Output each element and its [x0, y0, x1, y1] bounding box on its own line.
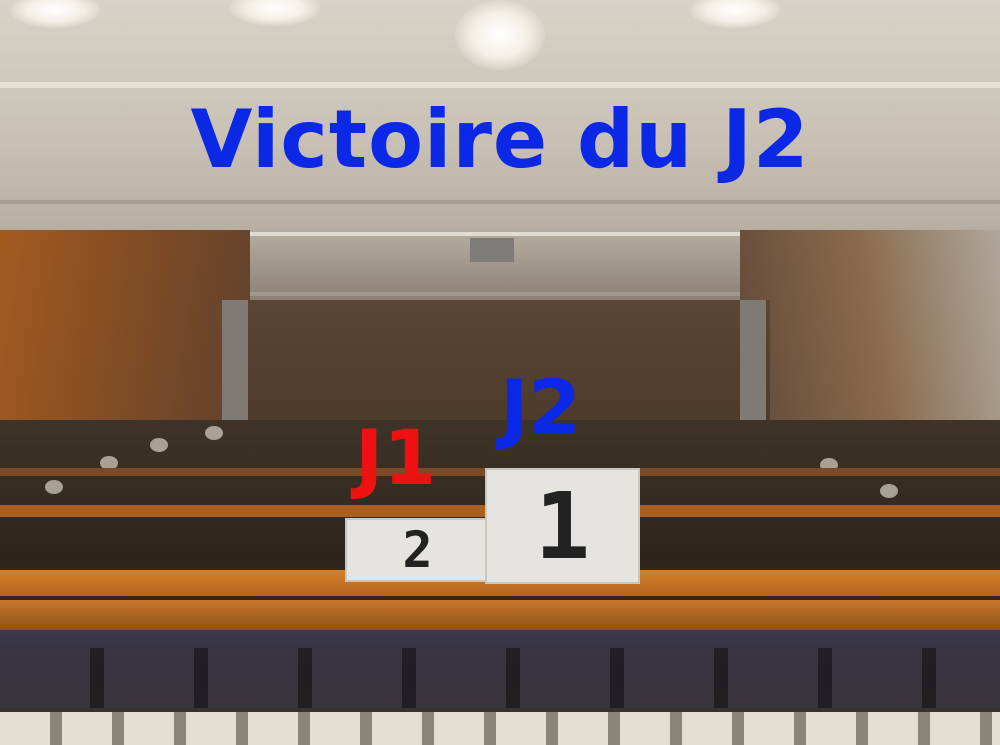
ceiling-light [455, 0, 545, 70]
ceiling-light [690, 0, 780, 28]
podium-first-place: 1 [485, 468, 640, 584]
runner-up-label: J1 [355, 413, 437, 502]
audience-head [45, 480, 63, 494]
projector [470, 238, 514, 262]
ceiling-beam [0, 82, 1000, 88]
victory-title: Victoire du J2 [190, 93, 810, 186]
rank-number-1: 1 [534, 472, 591, 580]
pillar [740, 300, 766, 440]
ceiling-light [230, 0, 320, 26]
winner-label: J2 [500, 363, 582, 452]
audience-head [880, 484, 898, 498]
front-chairs [0, 648, 1000, 708]
rank-number-2: 2 [402, 521, 433, 579]
floor-edge [0, 712, 1000, 745]
ceiling-beam [0, 200, 1000, 204]
ceiling-light [10, 0, 100, 28]
podium-second-place: 2 [345, 518, 490, 582]
victory-screen: Victoire du J2 J2 J1 2 1 [0, 0, 1000, 745]
audience-head [150, 438, 168, 452]
bench-row [0, 600, 1000, 630]
audience-head [205, 426, 223, 440]
pillar [222, 300, 248, 440]
